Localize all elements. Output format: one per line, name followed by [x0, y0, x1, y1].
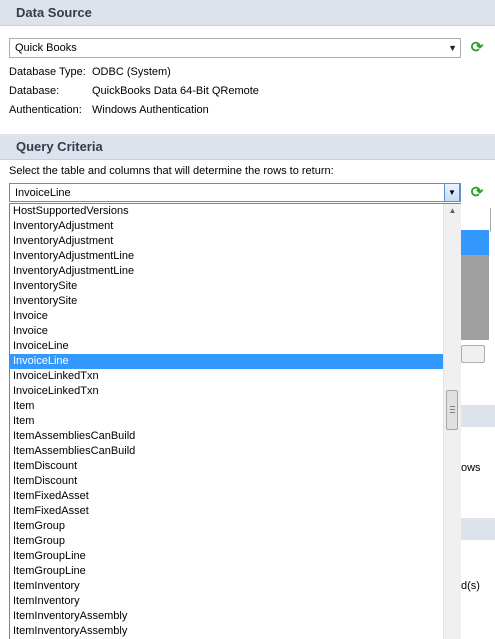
table-list-item[interactable]: HostSupportedVersions: [10, 204, 460, 219]
table-list-item[interactable]: InvoiceLine: [10, 354, 460, 369]
table-list-item[interactable]: ItemGroupLine: [10, 564, 460, 579]
data-source-header: Data Source: [0, 0, 495, 26]
table-list-item[interactable]: InvoiceLinkedTxn: [10, 384, 460, 399]
table-list-item[interactable]: ItemInventory: [10, 594, 460, 609]
scrollbar-thumb[interactable]: [446, 390, 458, 430]
table-list-item[interactable]: ItemInventoryAssembly: [10, 624, 460, 639]
query-instruction: Select the table and columns that will d…: [9, 165, 334, 177]
authentication-label: Authentication:: [9, 104, 82, 116]
table-list-item[interactable]: Item: [10, 414, 460, 429]
table-list-item[interactable]: ItemDiscount: [10, 474, 460, 489]
table-list-item[interactable]: ItemInventoryAssembly: [10, 609, 460, 624]
table-list-item[interactable]: ItemFixedAsset: [10, 489, 460, 504]
background-partial-text: ows: [461, 462, 481, 474]
table-list-item[interactable]: InventorySite: [10, 279, 460, 294]
table-list-item[interactable]: Invoice: [10, 324, 460, 339]
refresh-icon[interactable]: ⟳: [469, 40, 485, 56]
data-source-combo[interactable]: Quick Books ▼: [9, 38, 461, 58]
scroll-up-icon[interactable]: ▲: [444, 206, 461, 215]
table-list-item[interactable]: InventorySite: [10, 294, 460, 309]
database-label: Database:: [9, 85, 60, 97]
database-type-label: Database Type:: [9, 66, 86, 78]
refresh-icon[interactable]: ⟳: [469, 185, 485, 201]
table-list-item[interactable]: ItemGroupLine: [10, 549, 460, 564]
data-source-combo-value: Quick Books: [15, 42, 77, 54]
table-combo[interactable]: InvoiceLine: [9, 183, 461, 202]
table-list-item[interactable]: ItemDiscount: [10, 459, 460, 474]
table-list-item[interactable]: ItemAssembliesCanBuild: [10, 429, 460, 444]
table-list-item[interactable]: ItemGroup: [10, 519, 460, 534]
table-list-item[interactable]: InventoryAdjustment: [10, 234, 460, 249]
table-list-item[interactable]: Item: [10, 399, 460, 414]
chevron-down-icon: ▼: [448, 188, 456, 197]
background-partial-text: d(s): [461, 580, 480, 592]
table-list-item[interactable]: Invoice: [10, 309, 460, 324]
background-button[interactable]: [461, 345, 485, 363]
dropdown-scrollbar[interactable]: ▲: [443, 204, 461, 639]
table-list-item[interactable]: InventoryAdjustmentLine: [10, 264, 460, 279]
background-section-band: [461, 405, 495, 427]
background-selected-row: [461, 230, 489, 255]
table-list-item[interactable]: ItemGroup: [10, 534, 460, 549]
table-list-item[interactable]: InvoiceLine: [10, 339, 460, 354]
background-panel: [461, 255, 489, 340]
database-type-value: ODBC (System): [92, 66, 171, 78]
table-list-item[interactable]: InventoryAdjustment: [10, 219, 460, 234]
table-dropdown-list[interactable]: HostSupportedVersions InventoryAdjustment…: [9, 203, 461, 639]
background-divider: [490, 208, 491, 232]
table-list-item[interactable]: ItemAssembliesCanBuild: [10, 444, 460, 459]
table-combo-dropdown-button[interactable]: ▼: [444, 183, 460, 202]
chevron-down-icon: ▼: [448, 43, 457, 53]
background-section-band: [461, 518, 495, 540]
table-list-item[interactable]: ItemFixedAsset: [10, 504, 460, 519]
table-list-item[interactable]: InventoryAdjustmentLine: [10, 249, 460, 264]
table-list-item[interactable]: InvoiceLinkedTxn: [10, 369, 460, 384]
authentication-value: Windows Authentication: [92, 104, 209, 116]
database-value: QuickBooks Data 64-Bit QRemote: [92, 85, 259, 97]
table-combo-value: InvoiceLine: [15, 187, 71, 199]
query-criteria-header: Query Criteria: [0, 134, 495, 160]
table-list-item[interactable]: ItemInventory: [10, 579, 460, 594]
